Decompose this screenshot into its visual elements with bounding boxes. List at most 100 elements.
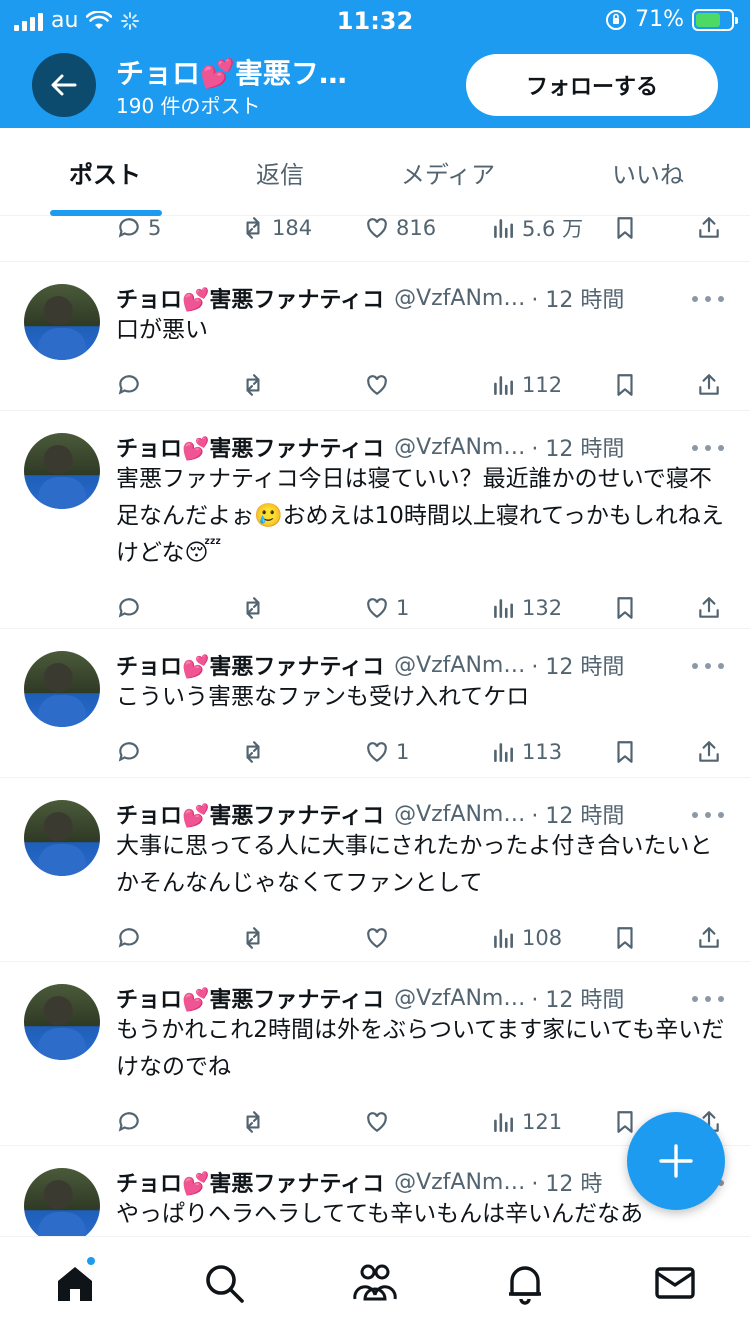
share-icon <box>699 374 719 395</box>
views-icon <box>494 1113 513 1132</box>
bookmark-icon <box>617 374 633 396</box>
avatar[interactable] <box>24 651 100 727</box>
nav-home[interactable] <box>51 1255 99 1307</box>
post-item[interactable]: チョロ💕害悪ファナティコ @VzfANm… · 12 時間 口が悪い 112 <box>0 262 750 411</box>
post-feed[interactable]: 5 184 816 5.6 万 チョロ💕害悪ファナティコ @VzfANm… · 12… <box>0 216 750 1236</box>
share-icon <box>699 217 719 238</box>
reply-button[interactable] <box>116 592 148 624</box>
post-text: 害悪ファナティコ今日は寝ていい？最近誰かのせいで寝不足なんだよぉ🥲おめえは10時… <box>116 466 724 566</box>
avatar[interactable] <box>24 1168 100 1236</box>
bookmark-button[interactable] <box>612 216 638 244</box>
like-button[interactable]: 1 <box>364 592 409 624</box>
bookmark-button[interactable] <box>612 592 638 624</box>
views-button[interactable]: 113 <box>490 736 562 768</box>
avatar[interactable] <box>24 284 100 360</box>
like-button[interactable]: 1 <box>364 736 409 768</box>
more-options-icon[interactable] <box>692 441 724 455</box>
views-button[interactable]: 108 <box>490 922 562 954</box>
post-item[interactable]: チョロ💕害悪ファナティコ @VzfANm… · 12 時間 もうかれこれ2時間は外をぶ… <box>0 962 750 1146</box>
views-button[interactable]: 112 <box>490 369 562 401</box>
tab-posts[interactable]: ポスト <box>0 128 210 216</box>
like-button[interactable] <box>364 1106 396 1138</box>
profile-header: au 11:32 71% チョロ💕害悪フ… 190 件のポスト フォローする <box>0 0 750 128</box>
nav-messages[interactable] <box>651 1259 699 1307</box>
repost-icon <box>246 1111 260 1133</box>
nav-search[interactable] <box>200 1259 248 1307</box>
follow-button[interactable]: フォローする <box>466 54 718 116</box>
reply-button[interactable] <box>116 1106 148 1138</box>
avatar[interactable] <box>24 800 100 876</box>
share-button[interactable] <box>696 369 722 401</box>
repost-button[interactable]: 184 <box>240 216 312 244</box>
tab-likes[interactable]: いいね <box>548 128 748 216</box>
post-timestamp: · 12 時間 <box>531 655 625 680</box>
post-text: 大事に思ってる人に大事にされたかったよ付き合いたいとかそんなんじゃなくてファンと… <box>116 833 713 896</box>
share-button[interactable] <box>696 216 722 244</box>
views-icon <box>494 743 513 762</box>
nav-communities[interactable] <box>351 1259 399 1307</box>
bookmark-button[interactable] <box>612 922 638 954</box>
reply-button[interactable] <box>116 736 148 768</box>
repost-count: 184 <box>272 216 313 240</box>
bottom-nav <box>0 1236 750 1334</box>
bookmark-icon <box>617 217 633 239</box>
repost-button[interactable] <box>240 736 272 768</box>
reply-button[interactable]: 5 <box>116 216 161 244</box>
back-button[interactable] <box>32 53 96 117</box>
like-button[interactable]: 816 <box>364 216 436 244</box>
views-button[interactable]: 5.6 万 <box>490 216 583 244</box>
more-options-icon[interactable] <box>692 992 724 1006</box>
reply-count: 5 <box>148 216 162 240</box>
repost-button[interactable] <box>240 369 272 401</box>
home-icon <box>58 1267 92 1301</box>
author-name[interactable]: チョロ💕害悪ファナティコ <box>116 282 384 314</box>
nav-notifications[interactable] <box>501 1259 549 1307</box>
post-timestamp: · 12 時間 <box>531 288 625 313</box>
repost-icon <box>246 741 260 763</box>
author-name[interactable]: チョロ💕害悪ファナティコ <box>116 798 384 830</box>
views-button[interactable]: 121 <box>490 1106 562 1138</box>
avatar[interactable] <box>24 984 100 1060</box>
heart-icon <box>367 742 387 762</box>
battery-icon <box>692 8 738 31</box>
views-button[interactable]: 132 <box>490 592 562 624</box>
bookmark-button[interactable] <box>612 369 638 401</box>
post-header: チョロ💕害悪ファナティコ @VzfANm… · 12 時間 <box>116 982 624 1014</box>
status-bar: au 11:32 71% <box>0 0 750 42</box>
post-item[interactable]: チョロ💕害悪ファナティコ @VzfANm… · 12 時間 大事に思ってる人に大事にさ… <box>0 778 750 962</box>
notification-dot <box>85 1255 97 1267</box>
post-text: やっぱりヘラヘラしてても辛いもんは辛いんだなあ <box>116 1201 644 1227</box>
more-options-icon[interactable] <box>692 292 724 306</box>
repost-button[interactable] <box>240 922 272 954</box>
share-button[interactable] <box>696 736 722 768</box>
compose-button[interactable] <box>627 1112 725 1210</box>
post-header: チョロ💕害悪ファナティコ @VzfANm… · 12 時 <box>116 1166 602 1198</box>
like-button[interactable] <box>364 369 396 401</box>
like-count: 1 <box>396 740 410 764</box>
battery-percent: 71% <box>635 7 684 32</box>
view-count: 113 <box>522 740 563 764</box>
post-timestamp: · 12 時間 <box>531 988 625 1013</box>
like-button[interactable] <box>364 922 396 954</box>
post-item[interactable]: チョロ💕害悪ファナティコ @VzfANm… · 12 時間 害悪ファナティコ今日は寝て… <box>0 411 750 629</box>
search-icon <box>206 1265 244 1303</box>
reply-button[interactable] <box>116 369 148 401</box>
repost-button[interactable] <box>240 592 272 624</box>
share-button[interactable] <box>696 592 722 624</box>
author-name[interactable]: チョロ💕害悪ファナティコ <box>116 982 384 1014</box>
repost-icon <box>246 374 260 396</box>
views-icon <box>494 929 513 948</box>
author-name[interactable]: チョロ💕害悪ファナティコ <box>116 1166 384 1198</box>
avatar[interactable] <box>24 433 100 509</box>
more-options-icon[interactable] <box>692 808 724 822</box>
author-name[interactable]: チョロ💕害悪ファナティコ <box>116 649 384 681</box>
repost-button[interactable] <box>240 1106 272 1138</box>
tab-media[interactable]: メディア <box>348 128 548 216</box>
author-name[interactable]: チョロ💕害悪ファナティコ <box>116 431 384 463</box>
bookmark-button[interactable] <box>612 736 638 768</box>
share-button[interactable] <box>696 922 722 954</box>
bookmark-icon <box>617 741 633 763</box>
post-item[interactable]: チョロ💕害悪ファナティコ @VzfANm… · 12 時間 こういう害悪なファンも受け… <box>0 629 750 778</box>
reply-button[interactable] <box>116 922 148 954</box>
more-options-icon[interactable] <box>692 659 724 673</box>
